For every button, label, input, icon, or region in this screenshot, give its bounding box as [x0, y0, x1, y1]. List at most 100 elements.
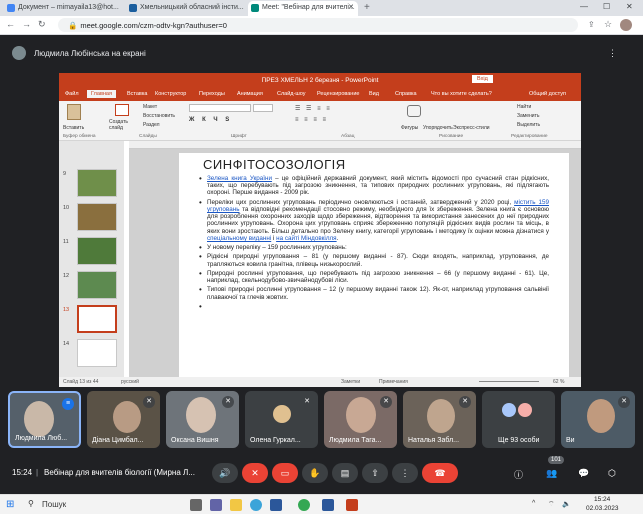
tab-transitions[interactable]: Переходы: [199, 91, 225, 97]
more-participants-tile[interactable]: Ще 93 особи: [482, 391, 555, 448]
paragraph-icons[interactable]: ☰ ☰ ≡ ≡: [295, 105, 332, 112]
arrange-button[interactable]: Упорядочить: [423, 125, 453, 131]
layout-button[interactable]: Макет: [143, 104, 157, 110]
edge-icon[interactable]: [250, 499, 262, 511]
tab-animation[interactable]: Анимация: [237, 91, 263, 97]
notes-button[interactable]: Заметки: [341, 379, 360, 385]
powerpoint-icon[interactable]: [346, 499, 358, 511]
zoom-slider[interactable]: [479, 381, 539, 382]
profile-icon[interactable]: [620, 19, 632, 31]
chat-app-icon[interactable]: [210, 499, 222, 511]
find-button[interactable]: Найти: [517, 104, 531, 110]
search-icon[interactable]: ⚲: [28, 499, 34, 508]
tab-view[interactable]: Вид: [369, 91, 379, 97]
link-special-edition[interactable]: спеціальному виданні: [207, 235, 271, 242]
reload-icon[interactable]: ↻: [38, 19, 46, 30]
url-input[interactable]: 🔒 meet.google.com/czm-odtv-kgn?authuser=0: [58, 18, 578, 32]
styles-button[interactable]: Экспресс-стили: [453, 125, 490, 131]
link-green-book[interactable]: Зелена книга України: [207, 175, 272, 182]
maximize-icon[interactable]: ☐: [603, 2, 610, 11]
slide-thumbnail-selected[interactable]: [77, 305, 117, 333]
tab-design[interactable]: Конструктор: [155, 91, 186, 97]
share-button[interactable]: Общий доступ: [529, 91, 566, 97]
participant-tile[interactable]: ✕ Діана Цимбал...: [87, 391, 160, 448]
slide-thumbnail[interactable]: [77, 203, 117, 231]
chat-icon[interactable]: 💬: [578, 468, 589, 479]
tab-review[interactable]: Рецензирование: [317, 91, 359, 97]
comments-button[interactable]: Примечания: [379, 379, 408, 385]
explorer-icon[interactable]: [230, 499, 242, 511]
tab-file[interactable]: Файл: [65, 91, 79, 97]
paste-icon[interactable]: [67, 104, 81, 120]
shapes-button[interactable]: Фигуры: [401, 125, 418, 131]
align-icons[interactable]: ≡ ≡ ≡ ≡: [295, 117, 328, 123]
word-icon[interactable]: [322, 499, 334, 511]
tab-slideshow[interactable]: Слайд-шоу: [277, 91, 306, 97]
new-slide-icon[interactable]: [115, 104, 129, 116]
activities-icon[interactable]: ⬡: [608, 468, 616, 479]
zoom-level[interactable]: 62 %: [553, 379, 564, 385]
select-button[interactable]: Выделить: [517, 122, 540, 128]
forward-icon[interactable]: →: [22, 19, 31, 29]
participant-tile[interactable]: ✕ Людмила Тага...: [324, 391, 397, 448]
taskbar-search[interactable]: Пошук: [42, 500, 66, 509]
section-button[interactable]: Раздел: [143, 122, 160, 128]
clock-date[interactable]: 02.03.2023: [586, 505, 619, 512]
participant-tile[interactable]: ✕ Оксана Вишня: [166, 391, 239, 448]
browser-tab-2[interactable]: Хмельницький обласний інсти...: [126, 1, 244, 16]
tab-insert[interactable]: Вставка: [127, 91, 147, 97]
info-icon[interactable]: ⓘ: [514, 468, 523, 481]
slide-thumbnail[interactable]: [77, 169, 117, 197]
captions-button[interactable]: ▤: [332, 463, 358, 483]
font-size-box[interactable]: [253, 104, 273, 112]
new-slide-button[interactable]: Создать слайд: [109, 119, 135, 131]
pin-icon[interactable]: ⋮: [608, 48, 617, 59]
paste-button[interactable]: Вставить: [63, 125, 84, 131]
camera-button[interactable]: ▭: [272, 463, 298, 483]
more-options-button[interactable]: ⋮: [392, 463, 418, 483]
reset-button[interactable]: Восстановить: [143, 113, 175, 119]
clock-time[interactable]: 15:24: [594, 496, 610, 503]
back-icon[interactable]: ←: [6, 19, 15, 29]
slide-thumbnail[interactable]: [77, 339, 117, 367]
minimize-icon[interactable]: —: [580, 2, 588, 11]
tab-help[interactable]: Справка: [395, 91, 417, 97]
store-icon[interactable]: [270, 499, 282, 511]
avatar: [518, 403, 532, 417]
chrome-icon[interactable]: [298, 499, 310, 511]
font-name-box[interactable]: [189, 104, 251, 112]
login-button[interactable]: Вхід: [472, 75, 493, 83]
speaker-icon[interactable]: 🔊: [212, 463, 238, 483]
volume-icon[interactable]: 🔈: [562, 500, 571, 508]
task-view-icon[interactable]: [190, 499, 202, 511]
link-ministry-site[interactable]: на сайті Міндовкілля: [276, 235, 337, 242]
windows-start-icon[interactable]: ⊞: [6, 499, 14, 510]
present-button[interactable]: ⇧: [362, 463, 388, 483]
slide-thumbnail[interactable]: [77, 271, 117, 299]
raise-hand-button[interactable]: ✋: [302, 463, 328, 483]
browser-tab-3-active[interactable]: Meet: "Вебінар для вчителі... ✕: [248, 1, 358, 16]
tell-me-input[interactable]: Что вы хотите сделать?: [431, 91, 492, 97]
tab-home[interactable]: Главная: [87, 90, 116, 98]
leave-call-button[interactable]: ☎: [422, 463, 458, 483]
close-tab-icon[interactable]: ✕: [348, 3, 354, 11]
font-format-row[interactable]: Ж К Ч S: [189, 117, 232, 123]
slide-canvas[interactable]: СИНФІТОСОЗОЛОГІЯ Зелена книга України – …: [179, 153, 569, 377]
new-tab-icon[interactable]: +: [364, 2, 370, 13]
shapes-icon[interactable]: [407, 105, 421, 117]
bookmark-icon[interactable]: ☆: [604, 19, 612, 30]
participant-tile[interactable]: ✕ Наталья Забл...: [403, 391, 476, 448]
network-icon[interactable]: ⌔: [548, 500, 555, 509]
people-icon[interactable]: 👥: [546, 468, 557, 479]
slide-thumbnail[interactable]: [77, 237, 117, 265]
close-window-icon[interactable]: ✕: [626, 2, 633, 11]
replace-button[interactable]: Заменить: [517, 113, 539, 119]
tray-chevron-icon[interactable]: ^: [532, 500, 535, 507]
browser-tab-1[interactable]: Документ – mimayaila13@hot...: [4, 1, 122, 16]
share-icon[interactable]: ⇪: [588, 20, 595, 29]
mic-off-button[interactable]: ✕: [242, 463, 268, 483]
participant-tile[interactable]: ≡ Людмила Люб...: [8, 391, 81, 448]
participant-tile[interactable]: ✕ Олена Гуркал...: [245, 391, 318, 448]
group-editing: Редактирование: [511, 134, 548, 139]
self-tile[interactable]: ✕ Ви: [561, 391, 635, 448]
